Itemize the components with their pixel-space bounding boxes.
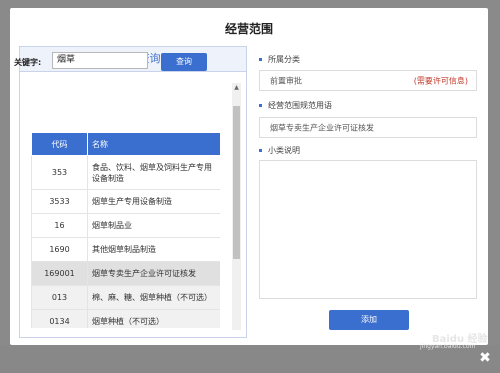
description-section: 小类说明: [259, 145, 300, 156]
table-row[interactable]: 16 烟草制品业: [31, 213, 220, 238]
category-warning: (需要许可信息): [413, 76, 468, 85]
row-code: 353: [31, 155, 88, 190]
row-name: 食品、饮料、烟草及饲料生产专用设备制造: [87, 155, 220, 190]
column-header-code: 代码: [31, 132, 88, 156]
results-table: 代码 名称 353 食品、饮料、烟草及饲料生产专用设备制造 3533 烟草生产专…: [31, 132, 220, 328]
table-row-selected[interactable]: 169001 烟草专卖生产企业许可证核发: [31, 261, 220, 286]
category-value: 前置审批: [270, 76, 302, 85]
row-code: 16: [31, 213, 88, 238]
row-name: 烟草生产专用设备制造: [87, 189, 220, 214]
scroll-up-arrow-icon[interactable]: ▲: [232, 83, 241, 92]
row-name: 其他烟草制品制造: [87, 237, 220, 262]
dialog-title: 经营范围: [224, 22, 273, 36]
scope-section: 经营范围规范用语: [259, 100, 332, 111]
row-code: 169001: [31, 261, 88, 286]
results-table-container: 代码 名称 353 食品、饮料、烟草及饲料生产专用设备制造 3533 烟草生产专…: [31, 132, 220, 328]
keyword-label: 关键字:: [14, 58, 42, 67]
row-code: 0134: [31, 309, 88, 328]
add-button[interactable]: 添加: [329, 310, 409, 330]
row-name: 棉、麻、糖、烟草种植（不可选）: [87, 285, 220, 310]
row-code: 3533: [31, 189, 88, 214]
scope-label: 经营范围规范用语: [268, 101, 332, 110]
row-code: 013: [31, 285, 88, 310]
table-header-row: 代码 名称: [31, 132, 220, 156]
table-row[interactable]: 0134 烟草种植（不可选）: [31, 309, 220, 328]
row-name: 烟草制品业: [87, 213, 220, 238]
search-button[interactable]: 查询: [161, 53, 207, 71]
bullet-icon: [259, 58, 262, 61]
table-row[interactable]: 3533 烟草生产专用设备制造: [31, 189, 220, 214]
watermark-url: jingyan.baidu.com: [420, 343, 476, 350]
category-label: 所属分类: [268, 55, 300, 64]
table-row[interactable]: 013 棉、麻、糖、烟草种植（不可选）: [31, 285, 220, 310]
table-row[interactable]: 1690 其他烟草制品制造: [31, 237, 220, 262]
scope-field: 烟草专卖生产企业许可证核发: [259, 117, 477, 138]
keyword-input[interactable]: 烟草: [52, 52, 148, 69]
row-name: 烟草专卖生产企业许可证核发: [87, 261, 220, 286]
keyword-input-value: 烟草: [57, 55, 76, 65]
column-header-name: 名称: [87, 132, 220, 156]
table-scrollbar[interactable]: ▲: [232, 83, 241, 330]
scrollbar-thumb[interactable]: [233, 106, 240, 259]
scope-value: 烟草专卖生产企业许可证核发: [270, 123, 374, 132]
category-section: 所属分类: [259, 54, 300, 65]
description-textarea[interactable]: [259, 160, 477, 299]
description-label: 小类说明: [268, 146, 300, 155]
row-name: 烟草种植（不可选）: [87, 309, 220, 328]
bullet-icon: [259, 104, 262, 107]
table-row[interactable]: 353 食品、饮料、烟草及饲料生产专用设备制造: [31, 155, 220, 190]
row-code: 1690: [31, 237, 88, 262]
close-icon[interactable]: ✖: [476, 349, 494, 367]
bullet-icon: [259, 149, 262, 152]
category-field: 前置审批 (需要许可信息): [259, 70, 477, 91]
